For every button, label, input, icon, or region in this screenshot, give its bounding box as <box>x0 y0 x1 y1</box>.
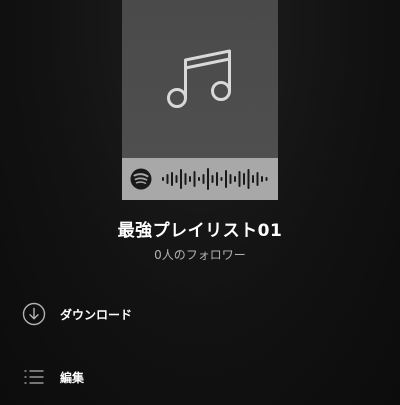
playlist-cover <box>122 0 278 158</box>
list-edit-icon <box>24 370 44 384</box>
download-label: ダウンロード <box>60 308 133 322</box>
spotify-code[interactable] <box>122 158 278 200</box>
playlist-title: 最強プレイリスト01 <box>117 221 283 241</box>
playlist-menu-screen: 最強プレイリスト01 0人のフォロワー ダウンロード 編集 <box>0 0 400 405</box>
download-button[interactable]: ダウンロード <box>0 296 400 332</box>
edit-label: 編集 <box>60 371 85 385</box>
music-note-icon <box>167 49 231 108</box>
download-circle-icon <box>22 302 46 326</box>
edit-button[interactable]: 編集 <box>0 359 400 395</box>
spotify-code-bars <box>162 168 268 190</box>
follower-count: 0人のフォロワー <box>154 248 246 262</box>
spotify-logo-icon <box>130 168 152 190</box>
